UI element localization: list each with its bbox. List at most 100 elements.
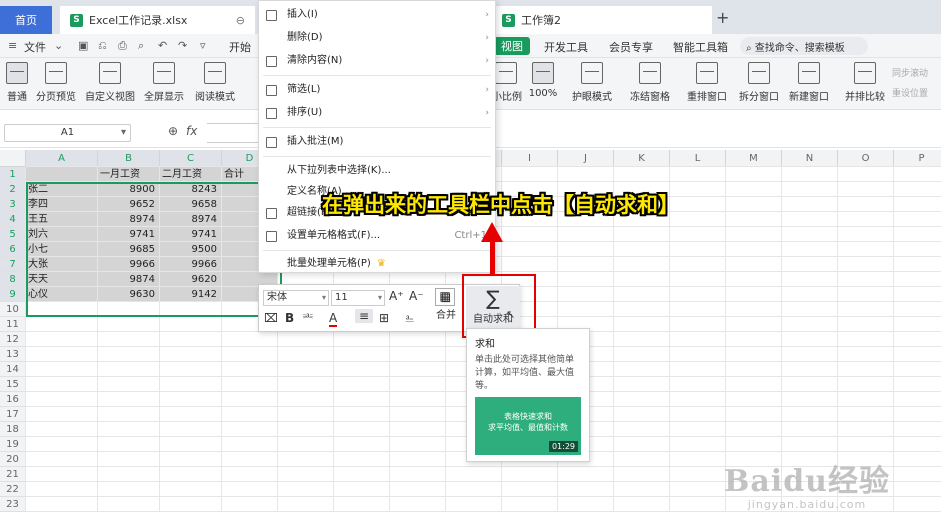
menu-smart-tools[interactable]: 智能工具箱	[673, 39, 728, 55]
align-center-icon[interactable]: ≡	[355, 309, 373, 323]
table-cell[interactable]: 王五	[26, 212, 98, 227]
menu-item-insert[interactable]: 插入(I) ›	[259, 5, 495, 25]
reset-position-button[interactable]: 重设位置	[892, 86, 928, 99]
row-header-16[interactable]: 16	[0, 392, 26, 407]
reading-mode-button[interactable]: 阅读模式	[190, 62, 240, 103]
table-cell[interactable]: 9630	[98, 287, 160, 302]
menu-file[interactable]: 文件	[24, 39, 46, 55]
custom-view-button[interactable]: 自定义视图	[82, 62, 138, 103]
share-icon[interactable]: ⎌	[98, 39, 107, 53]
freeze-panes-button[interactable]: 冻结窗格	[626, 62, 674, 103]
menu-item-batch-process[interactable]: 批量处理单元格(P) ♛	[259, 254, 495, 274]
eye-mode-button[interactable]: 护眼模式	[570, 62, 614, 103]
table-cell[interactable]: 张二	[26, 182, 98, 197]
pin-icon[interactable]: ⊖	[236, 14, 245, 27]
menu-item-insert-comment[interactable]: 插入批注(M)	[259, 132, 495, 152]
zoom-icon[interactable]: ⊕	[168, 124, 178, 138]
column-header-l[interactable]: L	[670, 150, 726, 167]
menu-item-sort[interactable]: 排序(U) ›	[259, 103, 495, 123]
side-by-side-button[interactable]: 并排比较	[842, 62, 888, 103]
chevron-down-icon[interactable]: ⌄	[54, 39, 63, 52]
tab-home[interactable]: 首页	[0, 6, 52, 34]
print-preview-icon[interactable]: ⌕	[138, 39, 144, 53]
command-search[interactable]: ⌕ 查找命令、搜索模板	[740, 37, 868, 55]
table-cell[interactable]: 刘六	[26, 227, 98, 242]
column-header-i[interactable]: I	[502, 150, 558, 167]
table-cell[interactable]: 8900	[98, 182, 160, 197]
menu-vip[interactable]: 会员专享	[609, 39, 653, 55]
column-header-a[interactable]: A	[26, 150, 98, 167]
column-header-m[interactable]: M	[726, 150, 782, 167]
table-cell[interactable]: 9966	[98, 257, 160, 272]
redo-icon[interactable]: ↷	[178, 39, 187, 52]
row-header-1[interactable]: 1	[0, 167, 26, 182]
new-window-button[interactable]: 新建窗口	[786, 62, 832, 103]
table-cell[interactable]: 9620	[160, 272, 222, 287]
menu-item-pick-from-list[interactable]: 从下拉列表中选择(K)...	[259, 161, 495, 181]
tab-workbook2[interactable]: S 工作簿2	[492, 6, 712, 34]
customize-icon[interactable]: ▿	[200, 39, 206, 52]
row-header-8[interactable]: 8	[0, 272, 26, 287]
row-header-13[interactable]: 13	[0, 347, 26, 362]
select-all-corner[interactable]	[0, 150, 26, 167]
clear-format-icon[interactable]: ⎁	[405, 311, 415, 326]
fullscreen-button[interactable]: 全屏显示	[142, 62, 186, 103]
table-cell[interactable]: 9741	[98, 227, 160, 242]
menu-item-clear[interactable]: 清除内容(N) ›	[259, 51, 495, 71]
sync-scroll-button[interactable]: 同步滚动	[892, 66, 928, 79]
table-cell[interactable]: 二月工资	[160, 167, 222, 182]
table-cell[interactable]	[26, 167, 98, 182]
decrease-font-button[interactable]: A⁻	[409, 289, 424, 303]
wrap-icon[interactable]: ⌧	[264, 311, 278, 325]
merge-button[interactable]: ⊟ 合并	[431, 291, 461, 321]
row-header-2[interactable]: 2	[0, 182, 26, 197]
table-cell[interactable]: 9652	[98, 197, 160, 212]
table-cell[interactable]: 8974	[160, 212, 222, 227]
column-header-j[interactable]: J	[558, 150, 614, 167]
table-cell[interactable]: 小七	[26, 242, 98, 257]
row-header-15[interactable]: 15	[0, 377, 26, 392]
font-family-select[interactable]: 宋体	[263, 290, 329, 306]
table-cell[interactable]: 9874	[98, 272, 160, 287]
row-header-7[interactable]: 7	[0, 257, 26, 272]
menu-item-delete[interactable]: 删除(D) ›	[259, 28, 495, 48]
bold-button[interactable]: B	[285, 311, 294, 325]
table-cell[interactable]: 9500	[160, 242, 222, 257]
row-header-18[interactable]: 18	[0, 422, 26, 437]
table-cell[interactable]: 天天	[26, 272, 98, 287]
column-header-k[interactable]: K	[614, 150, 670, 167]
row-header-21[interactable]: 21	[0, 467, 26, 482]
fill-color-icon[interactable]: ⎃	[303, 311, 313, 326]
table-cell[interactable]: 8243	[160, 182, 222, 197]
row-header-10[interactable]: 10	[0, 302, 26, 317]
row-header-14[interactable]: 14	[0, 362, 26, 377]
tutorial-video[interactable]: 表格快速求和 求平均值、最值和计数 01:29	[475, 397, 581, 455]
table-cell[interactable]: 一月工资	[98, 167, 160, 182]
column-header-p[interactable]: P	[894, 150, 941, 167]
table-cell[interactable]: 李四	[26, 197, 98, 212]
table-cell[interactable]: 大张	[26, 257, 98, 272]
table-cell[interactable]: 9142	[160, 287, 222, 302]
split-window-button[interactable]: 拆分窗口	[736, 62, 782, 103]
zoom-100-button[interactable]: 100%	[526, 62, 560, 99]
fx-icon[interactable]: fx	[186, 124, 197, 138]
row-header-12[interactable]: 12	[0, 332, 26, 347]
menu-item-filter[interactable]: 筛选(L) ›	[259, 80, 495, 100]
row-header-23[interactable]: 23	[0, 497, 26, 512]
row-header-5[interactable]: 5	[0, 227, 26, 242]
font-color-icon[interactable]: A	[329, 311, 338, 327]
row-header-11[interactable]: 11	[0, 317, 26, 332]
menu-view[interactable]: 视图	[494, 37, 530, 55]
menu-start[interactable]: 开始	[229, 39, 251, 55]
page-break-preview-button[interactable]: 分页预览	[34, 62, 78, 103]
increase-font-button[interactable]: A⁺	[389, 289, 404, 303]
table-cell[interactable]: 9685	[98, 242, 160, 257]
print-icon[interactable]: ⎙	[118, 39, 127, 53]
column-header-n[interactable]: N	[782, 150, 838, 167]
row-header-20[interactable]: 20	[0, 452, 26, 467]
rearrange-windows-button[interactable]: 重排窗口	[682, 62, 732, 103]
column-header-c[interactable]: C	[160, 150, 222, 167]
menu-item-format-cells[interactable]: 设置单元格格式(F)... Ctrl+1	[259, 226, 495, 246]
font-size-select[interactable]: 11	[331, 290, 385, 306]
column-header-o[interactable]: O	[838, 150, 894, 167]
